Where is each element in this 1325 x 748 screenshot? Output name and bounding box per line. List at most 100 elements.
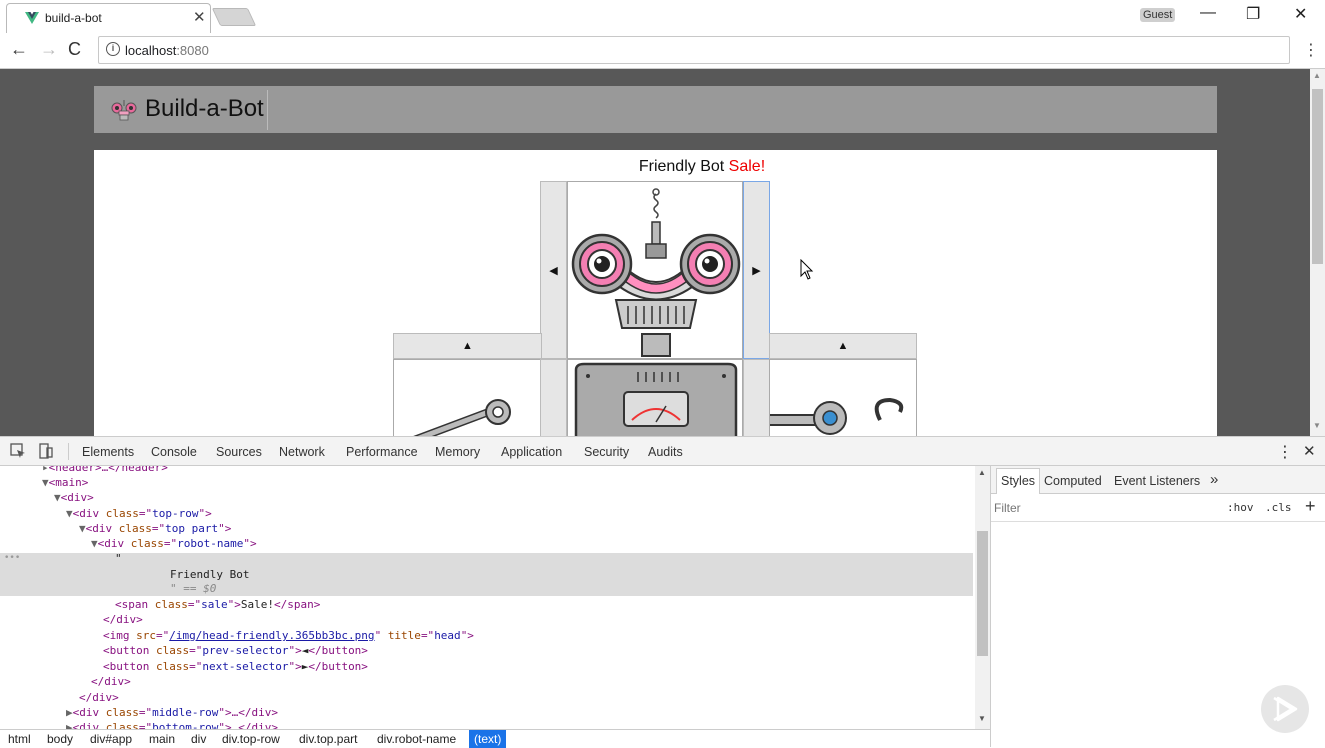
dom-node-main[interactable]: ▼<main>: [42, 475, 88, 490]
minimize-icon[interactable]: —: [1200, 4, 1216, 22]
robot-logo-icon: [111, 100, 137, 121]
scroll-down-icon[interactable]: ▼: [1313, 421, 1321, 430]
dom-node-top-part[interactable]: ▼<div class="top part">: [79, 521, 231, 536]
tab-sources[interactable]: Sources: [216, 445, 262, 459]
tab-event-listeners[interactable]: Event Listeners: [1114, 474, 1200, 488]
page-viewport: Build-a-Bot Friendly Bot Sale! ◀ ▶ ▲ ▲: [0, 69, 1310, 436]
torso-prev-button[interactable]: [540, 359, 567, 436]
play-icon: [1273, 696, 1298, 722]
elements-scrollbar[interactable]: ▲ ▼: [975, 466, 990, 729]
robot-arm-left-icon: [413, 399, 511, 436]
inspect-element-icon[interactable]: [10, 443, 26, 459]
tab-elements[interactable]: Elements: [82, 445, 134, 459]
tab-styles[interactable]: Styles: [996, 468, 1041, 494]
tab-security[interactable]: Security: [584, 445, 629, 459]
new-style-rule-icon[interactable]: +: [1305, 496, 1316, 517]
dom-node-top-row[interactable]: ▼<div class="top-row">: [66, 506, 212, 521]
dom-close-div-2[interactable]: </div>: [91, 674, 131, 689]
crumb-robot-name[interactable]: div.robot-name: [377, 732, 456, 746]
dom-node-next-button[interactable]: <button class="next-selector">►</button>: [103, 659, 368, 674]
next-selector-button[interactable]: ▶: [743, 181, 770, 359]
reload-icon[interactable]: C: [68, 39, 81, 60]
page-scrollbar-thumb[interactable]: [1312, 89, 1323, 264]
site-header: Build-a-Bot: [94, 86, 1217, 133]
crumb-div-app[interactable]: div#app: [90, 732, 132, 746]
right-arm-up-button[interactable]: ▲: [769, 333, 917, 359]
torso-next-button[interactable]: [743, 359, 770, 436]
dom-node-img[interactable]: <img src="/img/head-friendly.365bb3bc.pn…: [103, 628, 474, 643]
toolbar-divider: [68, 443, 69, 460]
selected-node-highlight: [0, 553, 973, 596]
tab-performance[interactable]: Performance: [346, 445, 418, 459]
site-info-icon[interactable]: i: [106, 42, 120, 56]
devtools-close-icon[interactable]: ✕: [1303, 442, 1316, 460]
tab-computed[interactable]: Computed: [1044, 474, 1102, 488]
back-arrow-icon[interactable]: ←: [10, 39, 28, 60]
tab-audits[interactable]: Audits: [648, 445, 683, 459]
crumb-top-row[interactable]: div.top-row: [222, 732, 280, 746]
device-toolbar-icon[interactable]: [38, 443, 54, 459]
more-tabs-icon[interactable]: »: [1210, 471, 1218, 488]
browser-tab-strip: build-a-bot ✕ Guest — ❐ ✕: [0, 0, 1325, 33]
play-overlay-button[interactable]: [1261, 685, 1309, 733]
dom-node-bottom-row[interactable]: ▶<div class="bottom-row">…</div>: [66, 720, 278, 729]
crumb-body[interactable]: body: [47, 732, 73, 746]
robot-name: Friendly Bot Sale!: [94, 158, 1310, 176]
tab-console[interactable]: Console: [151, 445, 197, 459]
dom-node-prev-button[interactable]: <button class="prev-selector">◄</button>: [103, 643, 368, 658]
forward-arrow-icon[interactable]: →: [40, 39, 58, 60]
styles-filter-row: :hov .cls +: [991, 494, 1325, 522]
tab-title: build-a-bot: [45, 11, 102, 25]
address-bar[interactable]: i localhost:8080: [98, 36, 1290, 64]
brand-title[interactable]: Build-a-Bot: [145, 95, 264, 123]
new-tab-button[interactable]: [211, 8, 257, 26]
styles-filter-input[interactable]: [994, 498, 1214, 518]
crumb-div[interactable]: div: [191, 732, 206, 746]
devtools-menu-icon[interactable]: ⋮: [1277, 442, 1293, 462]
dom-node-header[interactable]: ▸<header>…</header>: [42, 466, 168, 475]
dom-close-div[interactable]: </div>: [103, 612, 143, 627]
tab-application[interactable]: Application: [501, 445, 562, 459]
node-actions-icon[interactable]: •••: [4, 553, 20, 563]
mouse-cursor-icon: [800, 259, 814, 280]
vue-logo-icon: [25, 12, 39, 24]
dom-node-sale-span[interactable]: <span class="sale">Sale!</span>: [115, 597, 320, 612]
devtools-panel: Elements Console Sources Network Perform…: [0, 436, 1325, 748]
dom-breadcrumb: html body div#app main div div.top-row d…: [0, 729, 990, 748]
browser-toolbar: ← → C i localhost:8080 ⋮: [0, 33, 1325, 69]
dom-close-div-3[interactable]: </div>: [79, 690, 119, 705]
elements-tree: ••• ▸<header>…</header> ▼<main> ▼<div> ▼…: [0, 466, 975, 729]
tab-close-icon[interactable]: ✕: [193, 8, 206, 26]
dom-node-middle-row[interactable]: ▶<div class="middle-row">…</div>: [66, 705, 278, 720]
class-toggle[interactable]: .cls: [1265, 501, 1292, 514]
elements-scroll-down-icon[interactable]: ▼: [978, 714, 986, 723]
right-arm-part-image: [769, 359, 917, 436]
dom-node-robot-name[interactable]: ▼<div class="robot-name">: [91, 536, 257, 551]
hover-state-toggle[interactable]: :hov: [1227, 501, 1254, 514]
dom-text-node[interactable]: Friendly Bot: [170, 567, 249, 582]
scroll-up-icon[interactable]: ▲: [1313, 71, 1321, 80]
prev-selector-button[interactable]: ◀: [540, 181, 567, 359]
elements-scrollbar-thumb[interactable]: [977, 531, 988, 656]
crumb-top-part[interactable]: div.top.part: [299, 732, 357, 746]
url-host: localhost: [125, 43, 177, 58]
window-close-icon[interactable]: ✕: [1294, 4, 1307, 24]
page-scrollbar[interactable]: ▲ ▼: [1310, 69, 1325, 436]
profile-badge[interactable]: Guest: [1140, 8, 1176, 22]
crumb-main[interactable]: main: [149, 732, 175, 746]
dom-text-quote[interactable]: ": [115, 551, 122, 566]
elements-scroll-up-icon[interactable]: ▲: [978, 468, 986, 477]
browser-tab[interactable]: build-a-bot ✕: [6, 3, 211, 33]
robot-torso-icon: [574, 362, 738, 436]
crumb-html[interactable]: html: [8, 732, 31, 746]
dom-node-div[interactable]: ▼<div>: [54, 490, 94, 505]
tab-memory[interactable]: Memory: [435, 445, 480, 459]
browser-menu-icon[interactable]: ⋮: [1303, 40, 1319, 60]
header-divider: [267, 90, 268, 130]
sale-label: Sale!: [728, 158, 766, 175]
url-port: :8080: [176, 43, 209, 58]
left-arm-up-button[interactable]: ▲: [393, 333, 542, 359]
tab-network[interactable]: Network: [279, 445, 325, 459]
restore-icon[interactable]: ❐: [1246, 4, 1260, 24]
crumb-text-node[interactable]: (text): [469, 730, 507, 748]
